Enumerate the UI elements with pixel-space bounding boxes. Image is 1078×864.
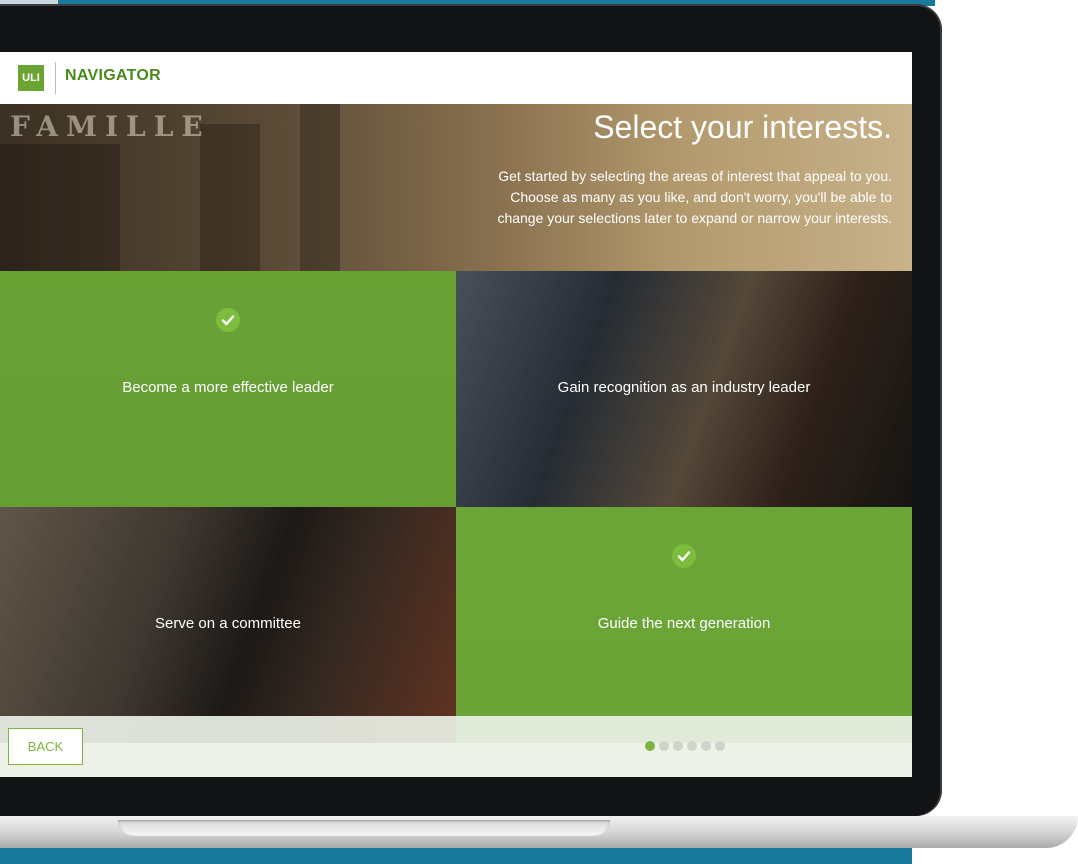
tile-label: Become a more effective leader xyxy=(122,379,334,396)
background-strip-bottom xyxy=(0,846,912,864)
laptop-notch xyxy=(118,820,610,836)
interest-tile-industry-recognition[interactable]: Gain recognition as an industry leader xyxy=(456,271,912,507)
pagination-dot[interactable] xyxy=(673,741,683,751)
tile-label: Gain recognition as an industry leader xyxy=(557,379,811,396)
pagination-dot[interactable] xyxy=(701,741,711,751)
app-screen: ULI NAVIGATOR FAMILLE Select your intere… xyxy=(0,52,912,777)
page-title: Select your interests. xyxy=(593,109,892,145)
check-icon xyxy=(216,308,240,332)
page-description: Get started by selecting the areas of in… xyxy=(497,168,892,226)
uli-logo[interactable]: ULI xyxy=(18,65,44,91)
footer-bar: BACK xyxy=(0,716,912,777)
check-icon xyxy=(672,544,696,568)
pagination-dot[interactable] xyxy=(659,741,669,751)
tile-label: Guide the next generation xyxy=(597,615,771,632)
hero-building-shadow xyxy=(0,144,120,271)
interest-tile-serve-committee[interactable]: Serve on a committee xyxy=(0,507,456,743)
pagination-dot[interactable] xyxy=(645,741,655,751)
pagination-dot[interactable] xyxy=(715,741,725,751)
app-header: ULI NAVIGATOR xyxy=(0,52,912,104)
interest-tile-next-generation[interactable]: Guide the next generation xyxy=(456,507,912,743)
interest-tile-effective-leader[interactable]: Become a more effective leader xyxy=(0,271,456,507)
tile-label: Serve on a committee xyxy=(155,615,301,632)
hero-building-shadow xyxy=(200,124,260,271)
hero-building-shadow xyxy=(300,104,340,271)
pagination-dots xyxy=(645,741,725,751)
pagination-dot[interactable] xyxy=(687,741,697,751)
app-name: NAVIGATOR xyxy=(65,67,162,84)
hero-sign-text: FAMILLE xyxy=(10,110,211,143)
hero-banner: FAMILLE Select your interests. Get start… xyxy=(0,104,912,271)
back-button[interactable]: BACK xyxy=(8,728,83,765)
header-divider xyxy=(55,62,56,94)
